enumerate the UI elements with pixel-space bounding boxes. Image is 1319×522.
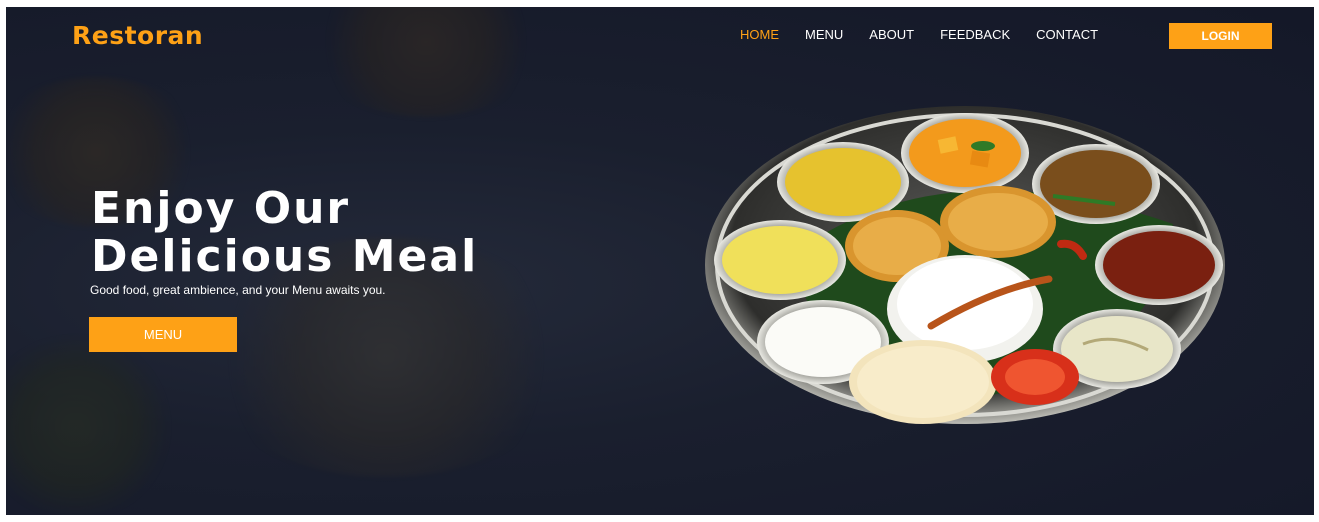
- nav-item-about[interactable]: ABOUT: [869, 27, 914, 43]
- nav-item-menu[interactable]: MENU: [805, 27, 843, 43]
- hero-tagline: Good food, great ambience, and your Menu…: [90, 283, 386, 297]
- menu-cta-button[interactable]: MENU: [89, 317, 237, 352]
- background-dish-image: [6, 337, 176, 515]
- hero-section: Restoran HOME MENU ABOUT FEEDBACK CONTAC…: [6, 7, 1314, 515]
- hero-headline: Enjoy Our Delicious Meal: [91, 185, 478, 281]
- hero-headline-line2: Delicious Meal: [91, 231, 479, 282]
- nav-item-home[interactable]: HOME: [740, 27, 779, 43]
- thali-plate-image: [705, 106, 1225, 424]
- background-dish-image: [306, 7, 546, 117]
- login-button[interactable]: LOGIN: [1169, 23, 1272, 49]
- nav-item-feedback[interactable]: FEEDBACK: [940, 27, 1010, 43]
- brand-logo[interactable]: Restoran: [72, 21, 203, 50]
- nav-item-contact[interactable]: CONTACT: [1036, 27, 1098, 43]
- main-nav: HOME MENU ABOUT FEEDBACK CONTACT: [740, 27, 1124, 43]
- hero-headline-line1: Enjoy Our: [91, 183, 351, 234]
